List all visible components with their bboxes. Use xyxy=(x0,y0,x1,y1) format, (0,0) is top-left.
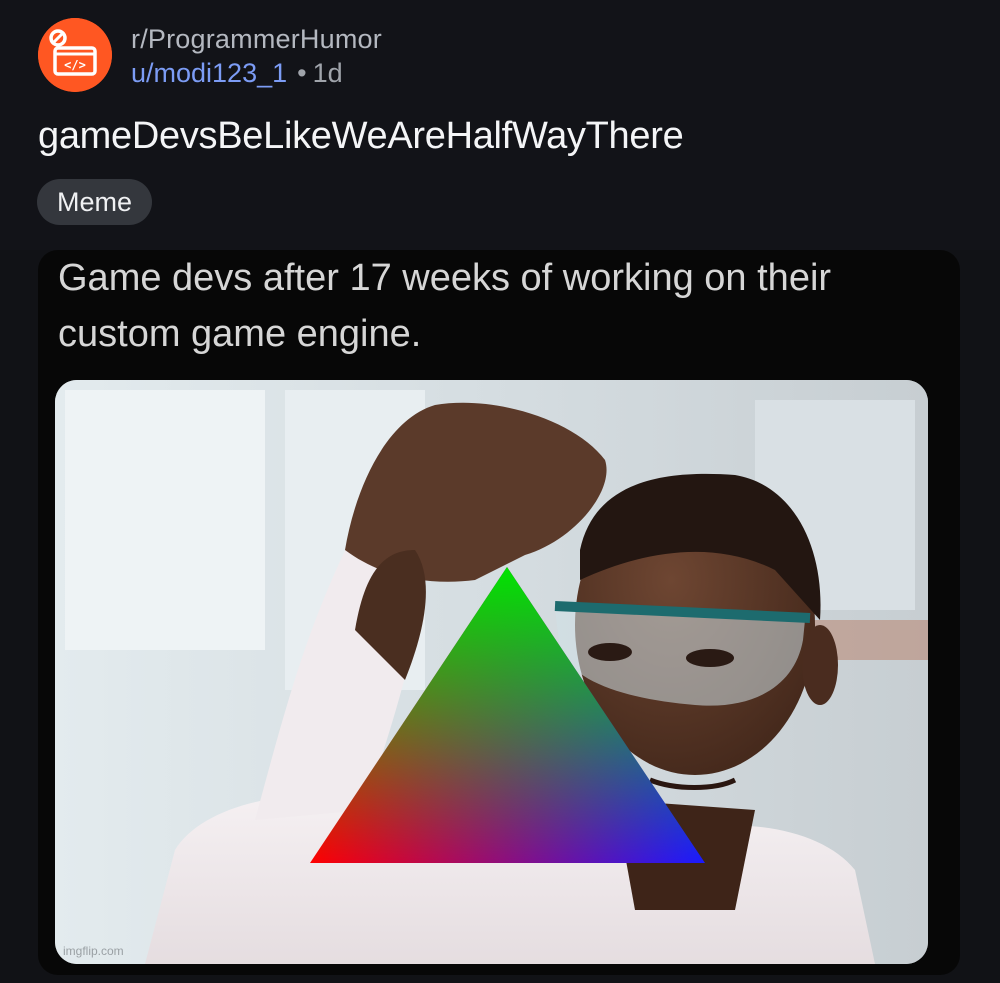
scientist-photo xyxy=(55,380,928,964)
author-username[interactable]: u/modi123_1 xyxy=(131,58,287,88)
svg-text:</>: </> xyxy=(64,58,86,72)
meme-caption: Game devs after 17 weeks of working on t… xyxy=(58,257,832,355)
meme-photo: imgflip.com xyxy=(55,380,928,964)
post-meta: u/modi123_1 • 1d xyxy=(131,58,343,89)
post-flair[interactable]: Meme xyxy=(37,179,153,225)
meta-separator: • xyxy=(297,58,307,88)
post-header: </> r/ProgrammerHumor u/modi123_1 • 1d gam… xyxy=(0,0,1000,250)
post-image[interactable]: Game devs after 17 weeks of working on t… xyxy=(38,250,960,975)
post-title[interactable]: gameDevsBeLikeWeAreHalfWayThere xyxy=(38,115,684,158)
subreddit-name[interactable]: r/ProgrammerHumor xyxy=(131,24,382,55)
post-age: 1d xyxy=(312,58,343,88)
imgflip-watermark: imgflip.com xyxy=(63,944,124,958)
code-window-icon: </> xyxy=(38,18,112,92)
subreddit-avatar[interactable]: </> xyxy=(38,18,112,92)
